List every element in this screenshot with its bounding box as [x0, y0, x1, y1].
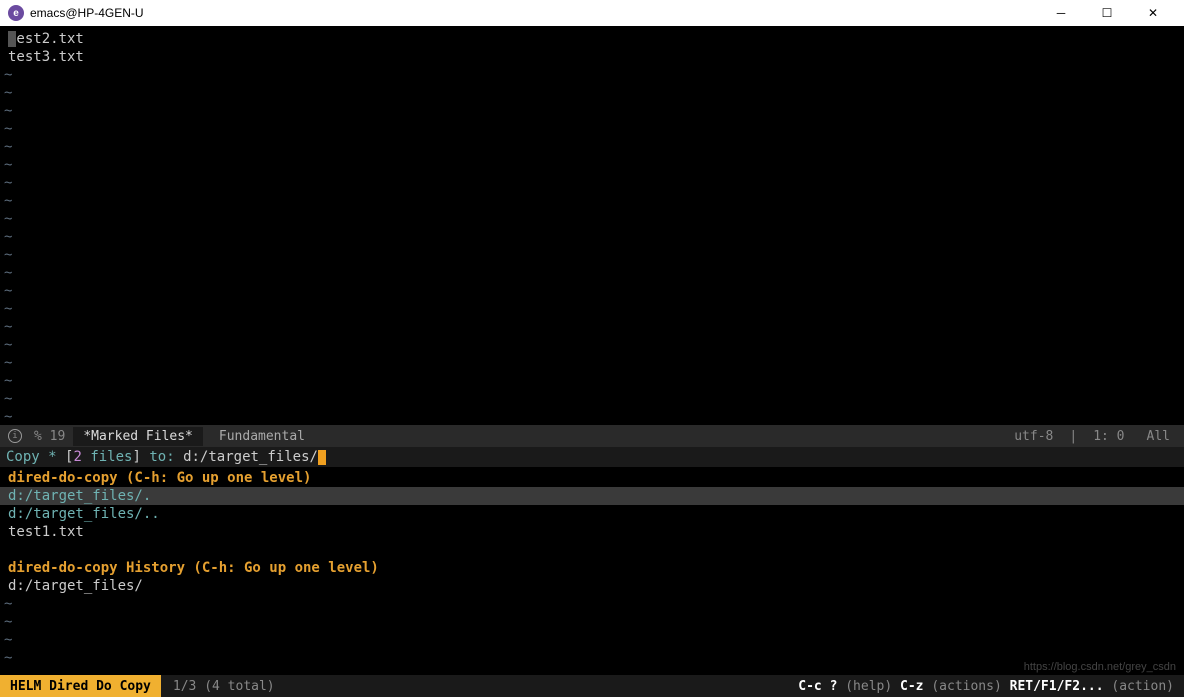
mode-major-mode[interactable]: Fundamental — [209, 427, 315, 446]
empty-line-marker: ~ — [0, 264, 1184, 282]
empty-line-marker: ~ — [0, 156, 1184, 174]
empty-line-marker: ~ — [0, 390, 1184, 408]
helm-buffer[interactable]: dired-do-copy (C-h: Go up one level) d:/… — [0, 467, 1184, 675]
empty-line-marker: ~ — [0, 336, 1184, 354]
empty-line-marker: ~ — [0, 300, 1184, 318]
mode-encoding: utf-8 — [1008, 429, 1059, 444]
helm-candidate[interactable]: test1.txt — [0, 523, 1184, 541]
mode-indicator-icon: i — [8, 429, 22, 443]
empty-line-marker: ~ — [0, 138, 1184, 156]
helm-source-header: dired-do-copy (C-h: Go up one level) — [0, 469, 1184, 487]
empty-line-marker: ~ — [0, 408, 1184, 426]
blank-line — [0, 541, 1184, 559]
empty-line-marker: ~ — [0, 210, 1184, 228]
helm-candidate-selected[interactable]: d:/target_files/. — [0, 487, 1184, 505]
helm-candidate[interactable]: d:/target_files/ — [0, 577, 1184, 595]
mode-position: 1: 0 — [1087, 429, 1130, 444]
editor-buffer[interactable]: test2.txt test3.txt ~ ~ ~ ~ ~ ~ ~ ~ ~ ~ … — [0, 26, 1184, 425]
minibuffer-input[interactable]: d:/target_files/ — [183, 449, 318, 465]
maximize-button[interactable]: ☐ — [1084, 0, 1130, 26]
empty-line-marker: ~ — [0, 282, 1184, 300]
empty-line-marker: ~ — [0, 318, 1184, 336]
empty-line-marker: ~ — [0, 649, 1184, 667]
minibuffer[interactable]: Copy * [2 files] to: d:/target_files/ — [0, 447, 1184, 467]
helm-candidate[interactable]: d:/target_files/.. — [0, 505, 1184, 523]
empty-line-marker: ~ — [0, 631, 1184, 649]
helm-mode-line: HELM Dired Do Copy 1/3 (4 total) C-c ? (… — [0, 675, 1184, 697]
empty-line-marker: ~ — [0, 66, 1184, 84]
minimize-button[interactable]: ─ — [1038, 0, 1084, 26]
buffer-line: test3.txt — [0, 48, 1184, 66]
mode-scroll: All — [1141, 429, 1176, 444]
window-controls: ─ ☐ ✕ — [1038, 0, 1176, 26]
buffer-line: test2.txt — [0, 30, 1184, 48]
mode-percent: % 19 — [34, 429, 65, 444]
empty-line-marker: ~ — [0, 372, 1184, 390]
helm-count: 1/3 (4 total) — [161, 679, 275, 694]
window-title: emacs@HP-4GEN-U — [30, 6, 1038, 20]
emacs-icon: e — [8, 5, 24, 21]
empty-line-marker: ~ — [0, 102, 1184, 120]
helm-source-header: dired-do-copy History (C-h: Go up one le… — [0, 559, 1184, 577]
empty-line-marker: ~ — [0, 246, 1184, 264]
window-titlebar: e emacs@HP-4GEN-U ─ ☐ ✕ — [0, 0, 1184, 26]
minibuffer-cursor — [318, 450, 326, 465]
mode-line: i % 19 *Marked Files* Fundamental utf-8 … — [0, 425, 1184, 447]
empty-line-marker: ~ — [0, 228, 1184, 246]
helm-title: HELM Dired Do Copy — [0, 675, 161, 697]
empty-line-marker: ~ — [0, 595, 1184, 613]
empty-line-marker: ~ — [0, 84, 1184, 102]
empty-line-marker: ~ — [0, 613, 1184, 631]
helm-help-text: C-c ? (help) C-z (actions) RET/F1/F2... … — [798, 679, 1184, 694]
empty-line-marker: ~ — [0, 174, 1184, 192]
empty-line-marker: ~ — [0, 354, 1184, 372]
empty-line-marker: ~ — [0, 120, 1184, 138]
close-button[interactable]: ✕ — [1130, 0, 1176, 26]
minibuffer-prompt: Copy * — [6, 449, 65, 465]
empty-line-marker: ~ — [0, 192, 1184, 210]
mode-buffer-name[interactable]: *Marked Files* — [73, 427, 203, 446]
text-cursor — [8, 31, 16, 47]
watermark: https://blog.csdn.net/grey_csdn — [1024, 661, 1176, 673]
